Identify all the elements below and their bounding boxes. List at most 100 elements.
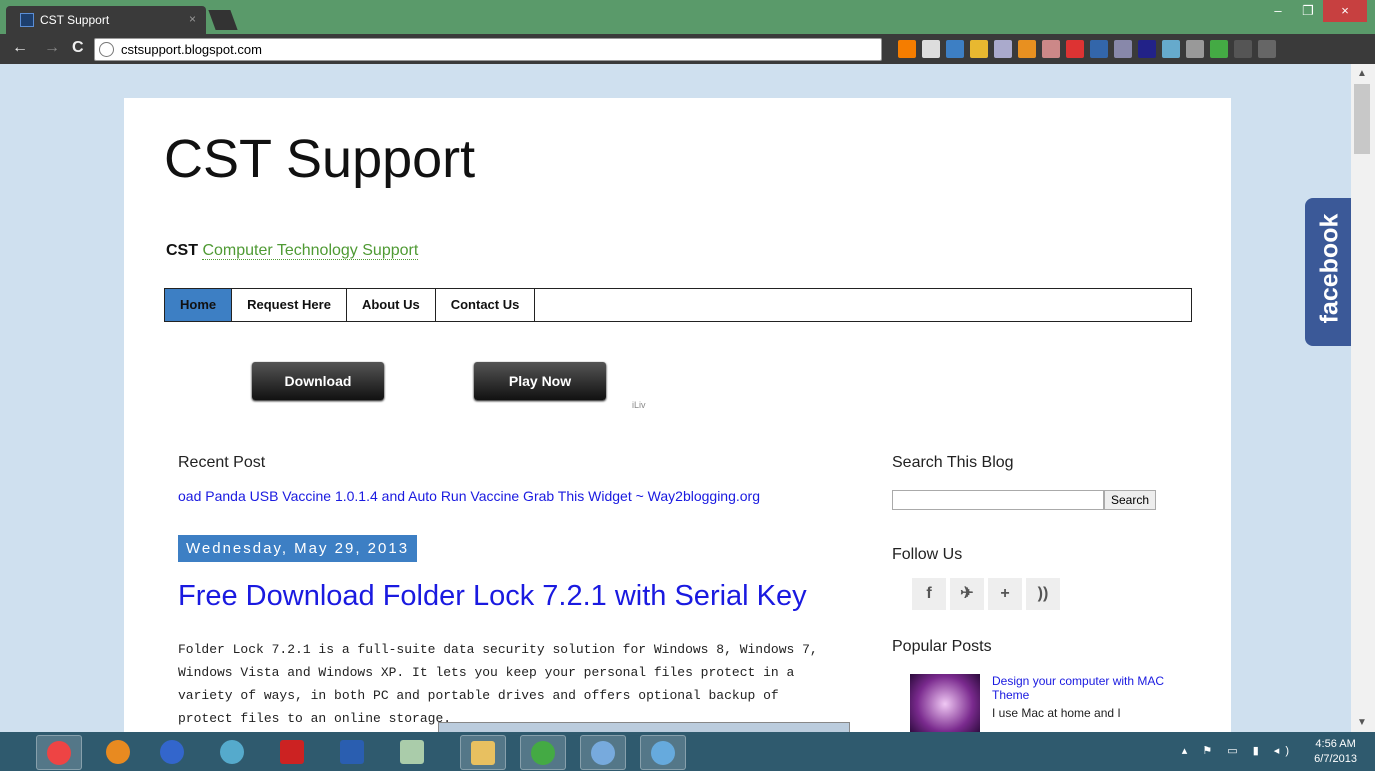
extension-bar [898, 40, 1276, 58]
desc-prefix: CST [166, 242, 203, 259]
extension-icon[interactable] [1042, 40, 1060, 58]
cf-app-icon [280, 740, 304, 764]
popular-post-link[interactable]: Design your computer with MAC Theme [992, 674, 1182, 702]
facebook-tab-label: facebook [1315, 213, 1344, 324]
scroll-down-icon[interactable]: ▼ [1357, 717, 1367, 728]
extension-icon[interactable] [1210, 40, 1228, 58]
firefox-taskbar-button[interactable] [96, 735, 140, 768]
tab-close-icon[interactable]: × [189, 12, 196, 26]
menu-item-request-here[interactable]: Request Here [232, 289, 347, 321]
page-info-icon[interactable] [99, 42, 114, 57]
notepad-taskbar-button[interactable] [390, 735, 434, 768]
scrollbar-thumb[interactable] [1354, 84, 1370, 154]
recent-post-heading: Recent Post [178, 454, 266, 471]
windows-taskbar: ▴ ⚑ ▭ ▮ ◂) 4:56 AM 6/7/2013 [0, 732, 1375, 771]
address-bar[interactable] [94, 38, 882, 61]
facebook-side-tab[interactable]: facebook [1305, 198, 1351, 346]
google-plus-icon[interactable]: + [988, 578, 1022, 610]
search-input[interactable] [892, 490, 1104, 510]
app-taskbar-button[interactable] [270, 735, 314, 768]
extension-icon[interactable] [994, 40, 1012, 58]
extension-icon[interactable] [1114, 40, 1132, 58]
extension-icon[interactable] [1018, 40, 1036, 58]
window-controls: – ❐ × [1263, 0, 1367, 22]
minimize-button[interactable]: – [1263, 0, 1293, 22]
facebook-icon[interactable]: f [912, 578, 946, 610]
infinity-app-icon [160, 740, 184, 764]
extension-icon[interactable] [1162, 40, 1180, 58]
word-icon [340, 740, 364, 764]
chrome-icon [47, 741, 71, 765]
forward-arrow-icon[interactable]: → [44, 39, 60, 57]
clock-time: 4:56 AM [1315, 738, 1356, 750]
back-arrow-icon[interactable]: ← [12, 39, 28, 57]
word-taskbar-button[interactable] [330, 735, 374, 768]
scroll-up-icon[interactable]: ▲ [1357, 68, 1367, 79]
page-viewport: CST Support CST Computer Technology Supp… [0, 64, 1351, 732]
system-tray[interactable]: ▴ ⚑ ▭ ▮ ◂) [1182, 744, 1295, 757]
wrench-menu-icon[interactable] [1258, 40, 1276, 58]
menu-item-home[interactable]: Home [165, 289, 233, 321]
rss-icon[interactable]: )) [1026, 578, 1060, 610]
search-heading: Search This Blog [892, 454, 1014, 471]
flag-extension-icon[interactable] [1090, 40, 1108, 58]
social-icons: f ✈ + )) [912, 578, 1192, 610]
popular-post-thumbnail[interactable] [910, 674, 980, 732]
extension-icon[interactable] [946, 40, 964, 58]
desc-link[interactable]: Computer Technology Support [202, 242, 419, 260]
extension-icon[interactable] [1186, 40, 1204, 58]
browser-titlebar: CST Support × – ❐ × [0, 0, 1375, 34]
popular-post-item: Design your computer with MAC Theme I us… [892, 674, 1192, 732]
reload-icon[interactable]: C [72, 39, 84, 57]
page-scrollbar[interactable]: ▲ ▼ [1351, 64, 1375, 732]
post-image [438, 722, 850, 732]
notepad-icon [400, 740, 424, 764]
twitter-icon[interactable]: ✈ [950, 578, 984, 610]
new-tab-button[interactable] [208, 10, 238, 30]
firefox-icon [106, 740, 130, 764]
tab-title: CST Support [40, 13, 110, 27]
folder-icon [471, 741, 495, 765]
play-now-button[interactable]: Play Now [474, 362, 606, 400]
chrome-icon [651, 741, 675, 765]
popular-post-snippet: I use Mac at home and I [992, 706, 1121, 720]
extension-icon[interactable] [1066, 40, 1084, 58]
chrome-taskbar-button[interactable] [640, 735, 686, 770]
blog-title[interactable]: CST Support [164, 128, 475, 190]
explorer-taskbar-button[interactable] [460, 735, 506, 770]
follow-heading: Follow Us [892, 546, 963, 563]
post-body: Folder Lock 7.2.1 is a full-suite data s… [178, 642, 818, 726]
bookmark-star-icon[interactable] [922, 40, 940, 58]
post-date: Wednesday, May 29, 2013 [178, 535, 418, 562]
extension-icon[interactable] [970, 40, 988, 58]
search-button[interactable]: Search [1104, 490, 1157, 510]
post-title[interactable]: Free Download Folder Lock 7.2.1 with Ser… [178, 580, 807, 613]
download-button[interactable]: Download [252, 362, 384, 400]
browser-tab[interactable]: CST Support × [6, 6, 206, 34]
popular-heading: Popular Posts [892, 638, 992, 655]
recent-post-ticker[interactable]: oad Panda USB Vaccine 1.0.1.4 and Auto R… [178, 488, 838, 504]
itunes-taskbar-button[interactable] [210, 735, 254, 768]
extension-icon[interactable] [1138, 40, 1156, 58]
search-row: Search [892, 490, 1192, 510]
sidebar: Search This Blog Search Follow Us f ✈ + … [892, 454, 1192, 732]
close-window-button[interactable]: × [1323, 0, 1367, 22]
blogger-extension-icon[interactable] [898, 40, 916, 58]
app-taskbar-button[interactable] [150, 735, 194, 768]
iliv-ad-label[interactable]: iLiv [632, 400, 646, 410]
restore-button[interactable]: ❐ [1293, 0, 1323, 22]
more-extensions-icon[interactable] [1234, 40, 1252, 58]
itunes-icon [220, 740, 244, 764]
blog-description: CST Computer Technology Support [166, 242, 419, 260]
browser-toolbar: ← → C [0, 34, 1375, 64]
paint-icon [591, 741, 615, 765]
clock[interactable]: 4:56 AM 6/7/2013 [1314, 737, 1357, 767]
url-input[interactable] [119, 41, 863, 58]
blogger-favicon-icon [20, 13, 34, 27]
download-manager-taskbar-button[interactable] [520, 735, 566, 770]
menu-item-contact-us[interactable]: Contact Us [436, 289, 536, 321]
main-menu: Home Request Here About Us Contact Us [164, 288, 1192, 322]
start-chrome-taskbar-button[interactable] [36, 735, 82, 770]
paint-taskbar-button[interactable] [580, 735, 626, 770]
menu-item-about-us[interactable]: About Us [347, 289, 436, 321]
